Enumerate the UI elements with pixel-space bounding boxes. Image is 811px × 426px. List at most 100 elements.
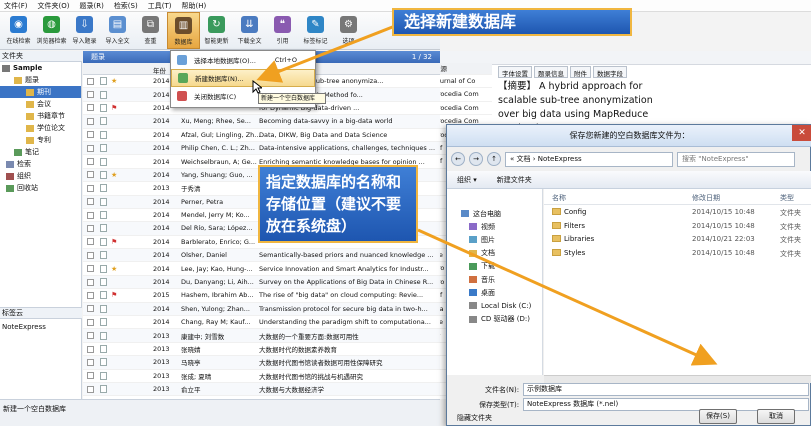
table-row[interactable]: 2014 Xu, Meng; Rhee, Se... Becoming data-s… (83, 115, 440, 129)
row-checkbox[interactable] (87, 278, 94, 286)
file-column-header[interactable]: 修改日期 (692, 193, 720, 203)
row-checkbox[interactable] (87, 171, 94, 179)
search-input[interactable]: 搜索 "NoteExpress" (677, 151, 795, 167)
table-row[interactable]: 2014 Afzal, Gul; Lingling, Zh... Data, DIK… (83, 129, 440, 142)
nav-item[interactable]: 图片 (447, 233, 542, 246)
horizontal-scrollbar[interactable] (544, 375, 811, 383)
file-row[interactable]: Styles 2014/10/15 10:48 文件夹 (544, 246, 811, 260)
column-header-0[interactable]: 年份 (153, 65, 166, 75)
tree-node[interactable]: 期刊 (0, 86, 81, 98)
nav-item[interactable]: 音乐 (447, 273, 542, 286)
tree-node[interactable]: 专利 (0, 134, 81, 146)
row-checkbox[interactable] (87, 91, 94, 99)
tree-node[interactable]: 回收站 (0, 182, 81, 194)
tree-node[interactable]: 学位论文 (0, 122, 81, 134)
table-row[interactable]: 2014 Olsher, Daniel Semantically-based pri… (83, 249, 440, 263)
source-column-header[interactable]: 来源 (432, 63, 492, 75)
file-row[interactable]: Config 2014/10/15 10:48 文件夹 (544, 205, 811, 219)
row-checkbox[interactable] (87, 238, 94, 246)
row-checkbox[interactable] (87, 372, 94, 380)
tree-node[interactable]: 笔记 (0, 146, 81, 158)
nav-item[interactable]: 这台电脑 (447, 207, 542, 220)
table-row[interactable]: ★ 2014 Lee, Jay; Kao, Hung-... Service Inno… (83, 262, 440, 276)
nav-item[interactable]: 桌面 (447, 286, 542, 299)
table-row[interactable]: ⚑ 2015 Hashem, Ibrahim Ab... The rise of "b… (83, 289, 440, 303)
tree-node[interactable]: 组织 (0, 170, 81, 182)
forward-icon[interactable]: → (469, 152, 483, 166)
nav-item[interactable]: 视频 (447, 220, 542, 233)
row-checkbox[interactable] (87, 332, 94, 340)
table-row[interactable]: 2014 Philip Chen, C. L.; Zh... Data-intens… (83, 141, 440, 156)
table-row[interactable]: 2013 张成; 夏晴 大数据时代图书馆的挑战与机遇研究 (83, 370, 440, 383)
file-row[interactable]: Filters 2014/10/15 10:48 文件夹 (544, 219, 811, 233)
hide-folders-toggle[interactable]: 隐藏文件夹 (457, 413, 492, 423)
menu-item[interactable]: 文件夹(O) (38, 1, 70, 11)
preview-tab[interactable]: 字体设置 (498, 66, 532, 78)
row-checkbox[interactable] (87, 358, 94, 366)
nav-item[interactable]: 文档 (447, 247, 542, 260)
toolbar-button-cite[interactable]: ❝ 引用 (266, 12, 299, 49)
tree-node[interactable]: 题录 (0, 74, 81, 86)
nav-item[interactable]: 下载 (447, 260, 542, 273)
file-row[interactable]: Libraries 2014/10/21 22:03 文件夹 (544, 232, 811, 246)
tree-node[interactable]: 书籍章节 (0, 110, 81, 122)
toolbar-button-globe[interactable]: ◉ 在线检索 (2, 12, 35, 49)
toolbar-button-tag[interactable]: ✎ 标签标记 (299, 12, 332, 49)
table-row[interactable]: 2013 张晓婧 大数据时代的数据素养教育 (83, 343, 440, 357)
row-checkbox[interactable] (87, 251, 94, 259)
table-row[interactable]: 2014 Chang, Ray M; Kauf... Understanding t… (83, 316, 440, 330)
row-checkbox[interactable] (87, 117, 94, 125)
dialog-command[interactable]: 组织 ▾ (457, 175, 477, 185)
nav-item[interactable]: Local Disk (C:) (447, 299, 542, 312)
table-row[interactable]: 2013 马晓亭 大数据时代图书馆读者数据可用性保障研究 (83, 356, 440, 370)
back-icon[interactable]: ← (451, 152, 465, 166)
database-menu-item[interactable]: 新建数据库(N)... (171, 69, 315, 87)
dialog-command[interactable]: 新建文件夹 (497, 175, 532, 185)
toolbar-button-browser[interactable]: ◍ 浏览器检索 (35, 12, 68, 49)
toolbar-button-options[interactable]: ⚙ 选项 (332, 12, 365, 49)
row-checkbox[interactable] (87, 198, 94, 206)
toolbar-button-download[interactable]: ⇊ 下载全文 (233, 12, 266, 49)
tree-node[interactable]: 会议 (0, 98, 81, 110)
table-row[interactable]: 2014 Shen, Yulong; Zhan... Transmission pr… (83, 302, 440, 317)
toolbar-button-database[interactable]: ▥ 数据库 (167, 12, 200, 49)
menu-item[interactable]: 帮助(H) (181, 1, 206, 11)
table-row[interactable]: 2014 Du, Danyang; Li, Aih... Survey on the… (83, 275, 440, 290)
row-checkbox[interactable] (87, 158, 94, 166)
table-row[interactable]: 2013 康建中; 刘雪数 大数据的一个重要方面:数据可用性 (83, 329, 440, 343)
row-checkbox[interactable] (87, 291, 94, 299)
tree-node[interactable]: 检索 (0, 158, 81, 170)
row-checkbox[interactable] (87, 131, 94, 139)
toolbar-button-duplicate[interactable]: ⧉ 查重 (134, 12, 167, 49)
row-checkbox[interactable] (87, 184, 94, 192)
row-checkbox[interactable] (87, 104, 94, 112)
row-checkbox[interactable] (87, 385, 94, 393)
toolbar-button-update[interactable]: ↻ 智能更新 (200, 12, 233, 49)
row-checkbox[interactable] (87, 305, 94, 313)
row-checkbox[interactable] (87, 265, 94, 273)
table-row[interactable]: 2013 俞立平 大数据与大数据经济学 (83, 382, 440, 397)
preview-tab[interactable]: 题录信息 (534, 66, 568, 78)
row-checkbox[interactable] (87, 144, 94, 152)
row-checkbox[interactable] (87, 345, 94, 353)
nav-item[interactable]: CD 驱动器 (D:) (447, 313, 542, 326)
row-checkbox[interactable] (87, 211, 94, 219)
row-checkbox[interactable] (87, 224, 94, 232)
toolbar-button-import[interactable]: ⇩ 导入题录 (68, 12, 101, 49)
menu-item[interactable]: 检索(S) (114, 1, 138, 11)
preview-tab[interactable]: 数据字段 (593, 66, 627, 78)
cancel-button[interactable]: 取消 (757, 409, 795, 424)
row-checkbox[interactable] (87, 318, 94, 326)
menu-item[interactable]: 题录(R) (79, 1, 103, 11)
close-icon[interactable]: ✕ (792, 125, 811, 141)
preview-tab[interactable]: 附件 (570, 66, 591, 78)
tree-node[interactable]: Sample (0, 62, 81, 74)
menu-item[interactable]: 文件(F) (4, 1, 28, 11)
filename-input[interactable]: 示例数据库 (523, 383, 809, 396)
file-column-header[interactable]: 名称 (552, 193, 566, 203)
menu-item[interactable]: 工具(T) (148, 1, 172, 11)
tag-cloud-title[interactable]: 标签云 (0, 307, 82, 319)
path-field[interactable]: « 文档 › NoteExpress (505, 151, 673, 167)
database-menu-item[interactable]: 选择本地数据库(O)... Ctrl+O (171, 51, 315, 69)
file-column-header[interactable]: 类型 (780, 193, 794, 203)
